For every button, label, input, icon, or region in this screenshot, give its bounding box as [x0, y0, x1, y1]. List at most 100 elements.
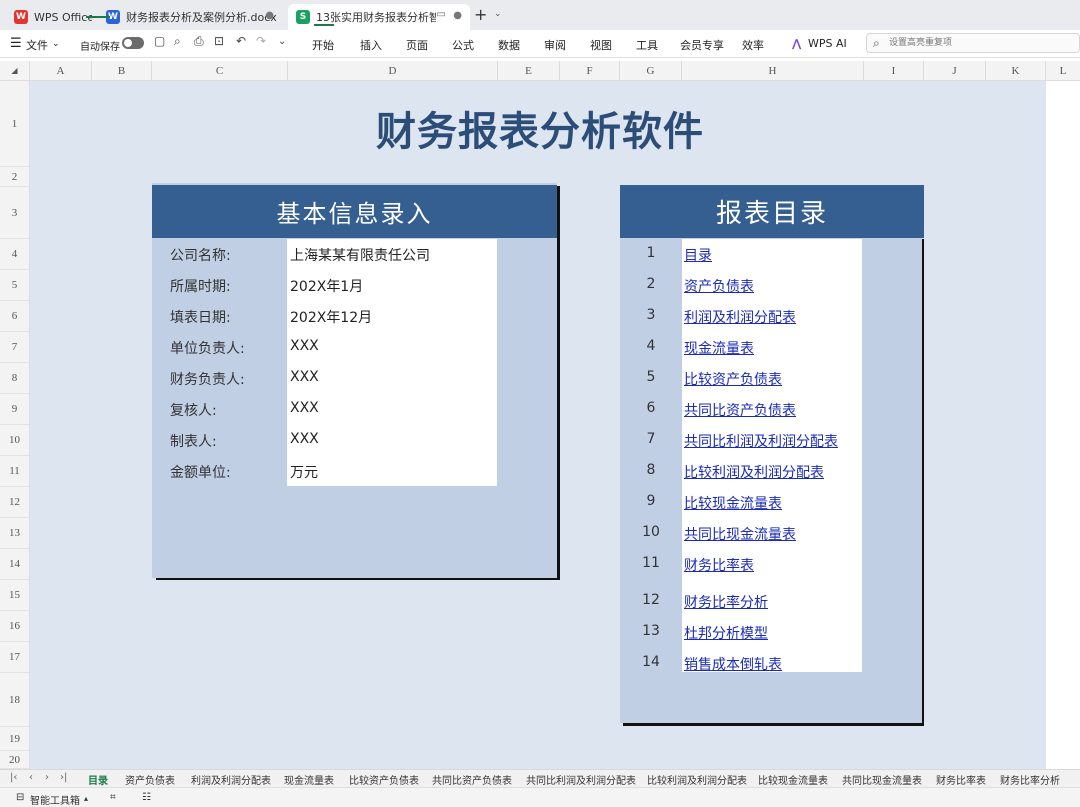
row-header[interactable]: 13	[0, 518, 30, 549]
info-value-company[interactable]: 上海某某有限责任公司	[290, 245, 430, 265]
tab-docx[interactable]: W 财务报表分析及案例分析.docx ●	[98, 4, 282, 30]
close-icon[interactable]: ●	[265, 10, 274, 21]
row-header[interactable]: 18	[0, 673, 30, 727]
sheet-tab-comparative-balance[interactable]: 比较资产负债表	[349, 772, 419, 787]
row-header[interactable]: 8	[0, 363, 30, 394]
column-header[interactable]: H	[682, 61, 864, 81]
column-header[interactable]: F	[560, 61, 620, 81]
search-box[interactable]: ⌕	[866, 33, 1080, 53]
tab-review[interactable]: 审阅	[544, 37, 566, 53]
wps-ai-icon[interactable]: ⋀	[792, 37, 801, 50]
toc-link-comparative-profit[interactable]: 比较利润及利润分配表	[684, 462, 824, 482]
layout-icon[interactable]: ☷	[142, 792, 151, 803]
tab-efficiency[interactable]: 效率	[742, 37, 764, 53]
info-value-preparer[interactable]: XXX	[290, 431, 319, 447]
toc-link-cost-of-sales[interactable]: 销售成本倒轧表	[684, 654, 782, 674]
toolbox-icon[interactable]: ⊟	[16, 792, 24, 803]
toc-link-comparative-balance[interactable]: 比较资产负债表	[684, 369, 782, 389]
column-header[interactable]: E	[498, 61, 560, 81]
row-header[interactable]: 1	[0, 81, 30, 167]
toc-link-dupont-model[interactable]: 杜邦分析模型	[684, 623, 768, 643]
row-header[interactable]: 2	[0, 167, 30, 187]
search-input[interactable]	[889, 36, 1069, 50]
toc-link-cash-flow[interactable]: 现金流量表	[684, 338, 754, 358]
tab-data[interactable]: 数据	[498, 37, 520, 53]
row-header[interactable]: 15	[0, 580, 30, 611]
file-menu[interactable]: 文件	[26, 37, 48, 53]
row-header[interactable]: 4	[0, 239, 30, 270]
chevron-down-icon[interactable]: ⌄	[52, 39, 60, 49]
sheet-tab-profit-distribution[interactable]: 利润及利润分配表	[191, 772, 271, 787]
autosave-toggle[interactable]	[122, 37, 144, 49]
column-header[interactable]: J	[924, 61, 986, 81]
info-value-unit[interactable]: 万元	[290, 462, 318, 482]
row-header[interactable]: 20	[0, 751, 30, 769]
column-header[interactable]: A	[30, 61, 92, 81]
column-header[interactable]: C	[152, 61, 288, 81]
row-header[interactable]: 14	[0, 549, 30, 580]
row-header[interactable]: 7	[0, 332, 30, 363]
close-icon[interactable]: ●	[453, 10, 462, 21]
info-value-unit-head[interactable]: XXX	[290, 338, 319, 354]
sheet-tab-ratio-table[interactable]: 财务比率表	[936, 772, 986, 787]
tab-member[interactable]: 会员专享	[680, 37, 724, 53]
chevron-down-icon[interactable]: ⌄	[278, 36, 286, 47]
print-preview-icon[interactable]: ⊡	[214, 34, 224, 48]
row-header[interactable]: 16	[0, 611, 30, 642]
redo-icon[interactable]: ↷	[256, 34, 266, 48]
undo-icon[interactable]: ↶	[236, 34, 246, 48]
row-header[interactable]: 6	[0, 301, 30, 332]
sheet-tab-balance-sheet[interactable]: 资产负债表	[125, 772, 175, 787]
toc-link-ratio-table[interactable]: 财务比率表	[684, 555, 754, 575]
row-header[interactable]: 9	[0, 394, 30, 425]
info-value-reviewer[interactable]: XXX	[290, 400, 319, 416]
tab-page[interactable]: 页面	[406, 37, 428, 53]
sheet-tab-cash-flow[interactable]: 现金流量表	[284, 772, 334, 787]
column-header[interactable]: I	[864, 61, 924, 81]
prev-sheet-icon[interactable]: ‹	[29, 772, 33, 783]
new-tab-icon[interactable]: +	[474, 5, 487, 24]
monitor-icon[interactable]: ▭	[437, 9, 446, 20]
row-header[interactable]: 19	[0, 727, 30, 751]
toc-link-common-size-profit[interactable]: 共同比利润及利润分配表	[684, 431, 838, 451]
format-painter-icon[interactable]: ⌕	[174, 34, 181, 49]
row-header[interactable]: 17	[0, 642, 30, 673]
macro-icon[interactable]: ⌗	[110, 792, 116, 803]
last-sheet-icon[interactable]: ›|	[60, 772, 67, 783]
toc-link-comparative-cash-flow[interactable]: 比较现金流量表	[684, 493, 782, 513]
row-header[interactable]: 3	[0, 187, 30, 239]
column-header[interactable]: B	[92, 61, 152, 81]
sheet-tab-directory[interactable]: 目录	[88, 772, 108, 787]
toc-link-common-size-cash-flow[interactable]: 共同比现金流量表	[684, 524, 796, 544]
smart-toolbox-button[interactable]: 智能工具箱	[30, 792, 80, 807]
wps-ai-button[interactable]: WPS AI	[808, 37, 847, 50]
tab-insert[interactable]: 插入	[360, 37, 382, 53]
info-value-period[interactable]: 202X年1月	[290, 276, 363, 296]
select-all-corner[interactable]: ◢	[0, 61, 30, 81]
sheet-tab-common-size-profit[interactable]: 共同比利润及利润分配表	[526, 772, 636, 787]
first-sheet-icon[interactable]: |‹	[10, 772, 17, 783]
save-icon[interactable]: ▢	[154, 34, 165, 48]
row-header[interactable]: 5	[0, 270, 30, 301]
sheet-tab-comparative-profit[interactable]: 比较利润及利润分配表	[647, 772, 747, 787]
info-value-fill-date[interactable]: 202X年12月	[290, 307, 372, 327]
print-icon[interactable]: ⎙	[194, 34, 204, 49]
toc-link-directory[interactable]: 目录	[684, 245, 712, 265]
menu-icon[interactable]: ☰	[10, 36, 22, 51]
tab-wps-office[interactable]: W WPS Office	[6, 4, 92, 30]
chevron-up-icon[interactable]: ▴	[84, 794, 88, 803]
column-header[interactable]: G	[620, 61, 682, 81]
toc-link-profit-distribution[interactable]: 利润及利润分配表	[684, 307, 796, 327]
row-header[interactable]: 10	[0, 425, 30, 456]
column-header[interactable]: D	[288, 61, 498, 81]
next-sheet-icon[interactable]: ›	[45, 772, 49, 783]
tab-tools[interactable]: 工具	[636, 37, 658, 53]
sheet-tab-ratio-analysis[interactable]: 财务比率分析	[1000, 772, 1060, 787]
column-header[interactable]: K	[986, 61, 1046, 81]
row-header[interactable]: 12	[0, 487, 30, 518]
info-value-finance-head[interactable]: XXX	[290, 369, 319, 385]
sheet-tab-comparative-cash-flow[interactable]: 比较现金流量表	[758, 772, 828, 787]
tab-home[interactable]: 开始	[312, 37, 334, 53]
column-header[interactable]: L	[1046, 61, 1080, 81]
empty-cells[interactable]	[1046, 81, 1080, 769]
